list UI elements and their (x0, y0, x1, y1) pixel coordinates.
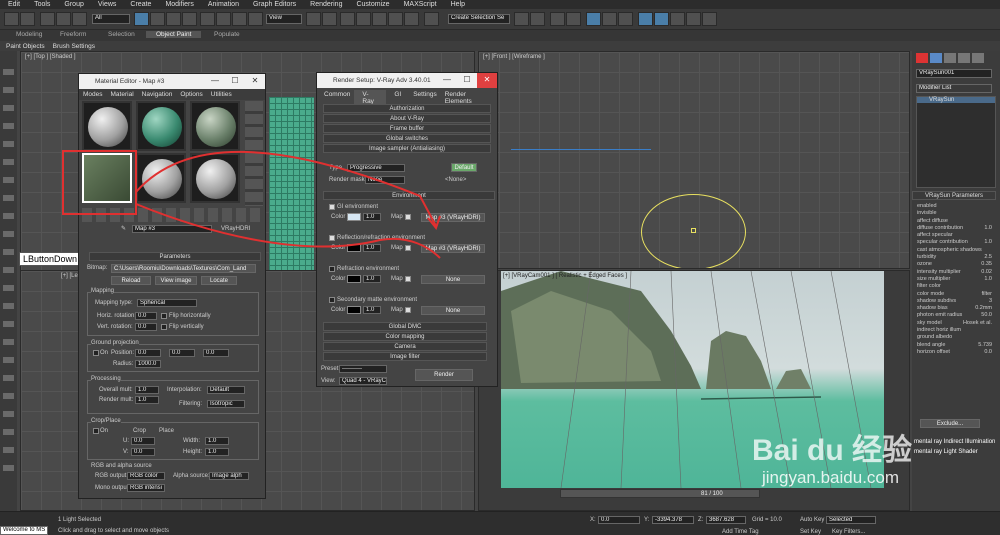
param-label: indirect horiz illum (917, 327, 962, 334)
z-coordinate-field[interactable]: 3687.628 (706, 516, 746, 524)
set-key-button[interactable]: Set Key (800, 529, 821, 535)
vraysun-param-row[interactable]: invisible (914, 210, 998, 217)
selection-status: 1 Light Selected (58, 517, 102, 523)
x-coordinate-field[interactable]: 0.0 (598, 516, 640, 524)
param-label: filter color (917, 283, 941, 290)
vraysun-param-row[interactable]: shadow bias 0.2mm (914, 305, 998, 312)
footer-mr-indirect[interactable]: mental ray Indirect Illumination (914, 439, 995, 445)
status-bar: Welcome to MS 1 Light Selected Click and… (0, 511, 1000, 535)
vraysun-param-row[interactable]: filter color (914, 283, 998, 290)
add-time-tag-button[interactable]: Add Time Tag (722, 529, 759, 535)
vraysun-param-row[interactable]: diffuse contribution 1.0 (914, 225, 998, 232)
maxscript-listener-field[interactable]: Welcome to MS (0, 526, 48, 535)
param-label: color mode (917, 290, 945, 297)
param-value[interactable]: 0.35 (981, 261, 992, 267)
baidu-watermark-url: jingyan.baidu.com (762, 468, 900, 487)
param-label: affect specular (917, 232, 953, 239)
modifier-stack: VRaySun (916, 96, 996, 188)
y-coordinate-field[interactable]: -3394.378 (652, 516, 694, 524)
auto-key-button[interactable]: Auto Key (800, 517, 824, 523)
vraysun-parameters: enabled invisible affect diffuse diffuse co… (914, 203, 998, 356)
param-label: invisible (917, 210, 937, 217)
vraysun-param-row[interactable]: ozone 0.35 (914, 261, 998, 268)
param-value[interactable]: 3 (989, 298, 992, 304)
vraysun-param-row[interactable]: sky model Hosek et al. (914, 320, 998, 327)
param-label: horizon offset (917, 348, 950, 355)
modify-tab-icon[interactable] (930, 53, 942, 63)
vraysun-param-row[interactable]: specular contribution 1.0 (914, 239, 998, 246)
time-slider[interactable]: 81 / 100 (560, 489, 760, 498)
param-value[interactable]: 0.02 (981, 269, 992, 275)
display-tab-icon[interactable] (972, 53, 984, 63)
baidu-watermark: Bai du 经验 (752, 434, 913, 467)
vraysun-param-row[interactable]: color mode filter (914, 291, 998, 298)
param-value[interactable]: Hosek et al. (963, 320, 992, 326)
grid-size-label: Grid = 10.0 (752, 517, 782, 523)
exclude-button[interactable]: Exclude... (920, 419, 980, 428)
param-value[interactable]: 50.0 (981, 312, 992, 318)
vraysun-parameters-rollout[interactable]: VRaySun Parameters (912, 191, 996, 200)
param-label: enabled (917, 203, 937, 209)
param-label: affect diffuse (917, 217, 948, 224)
param-label: shadow bias (917, 305, 948, 312)
vraysun-param-row[interactable]: size multiplier 1.0 (914, 276, 998, 283)
y-label: Y: (644, 517, 650, 523)
create-tab-icon[interactable] (916, 53, 928, 63)
param-value[interactable]: 0.2mm (975, 305, 992, 311)
vraysun-param-row[interactable]: cast atmospheric shadows (914, 247, 998, 254)
hierarchy-tab-icon[interactable] (944, 53, 956, 63)
param-value[interactable]: filter (982, 291, 992, 297)
param-value[interactable]: 5.739 (978, 342, 992, 348)
param-label: ground albedo (917, 334, 953, 341)
vraysun-param-row[interactable]: enabled (914, 203, 998, 210)
param-value[interactable]: 1.0 (984, 225, 992, 231)
param-value[interactable]: 1.0 (984, 239, 992, 245)
param-label: ozone (917, 261, 932, 268)
vraysun-param-row[interactable]: photon emit radius 50.0 (914, 312, 998, 319)
key-filters-button[interactable]: Key Filters... (832, 529, 865, 535)
motion-tab-icon[interactable] (958, 53, 970, 63)
prompt-hint: Click and drag to select and move object… (58, 528, 170, 534)
key-mode-dropdown[interactable]: Selected (826, 516, 876, 524)
param-value[interactable]: 1.0 (984, 276, 992, 282)
time-slider-frame: 81 / 100 (701, 491, 723, 497)
vraysun-param-row[interactable]: turbidity 2.5 (914, 254, 998, 261)
param-label: intensity multiplier (917, 268, 961, 275)
param-label: diffuse contribution (917, 224, 964, 231)
z-label: Z: (698, 517, 704, 523)
param-label: turbidity (917, 254, 937, 261)
object-name-field[interactable]: VRaySun001 (916, 69, 992, 78)
param-label: size multiplier (917, 275, 951, 282)
param-label: shadow subdivs (917, 297, 957, 304)
vraysun-param-row[interactable]: affect specular (914, 232, 998, 239)
vraysun-param-row[interactable]: affect diffuse (914, 218, 998, 225)
param-value[interactable]: 2.5 (984, 254, 992, 260)
vraysun-param-row[interactable]: indirect horiz illum (914, 327, 998, 334)
vraysun-param-row[interactable]: ground albedo (914, 334, 998, 341)
vraysun-param-row[interactable]: blend angle 5.739 (914, 342, 998, 349)
vraysun-param-row[interactable]: intensity multiplier 0.02 (914, 269, 998, 276)
param-label: sky model (917, 319, 942, 326)
param-value[interactable]: 0.0 (984, 349, 992, 355)
modifier-stack-item[interactable]: VRaySun (917, 97, 995, 103)
command-panel: VRaySun001 Modifier List VRaySun VRaySun… (912, 51, 1000, 511)
param-label: photon emit radius (917, 312, 963, 319)
param-label: specular contribution (917, 239, 968, 246)
modifier-list-dropdown[interactable]: Modifier List (916, 84, 992, 93)
x-label: X: (590, 517, 596, 523)
param-label: cast atmospheric shadows (917, 246, 982, 253)
vraysun-param-row[interactable]: horizon offset 0.0 (914, 349, 998, 356)
footer-mr-light-shader[interactable]: mental ray Light Shader (914, 449, 978, 455)
param-label: blend angle (917, 341, 946, 348)
vraysun-param-row[interactable]: shadow subdivs 3 (914, 298, 998, 305)
